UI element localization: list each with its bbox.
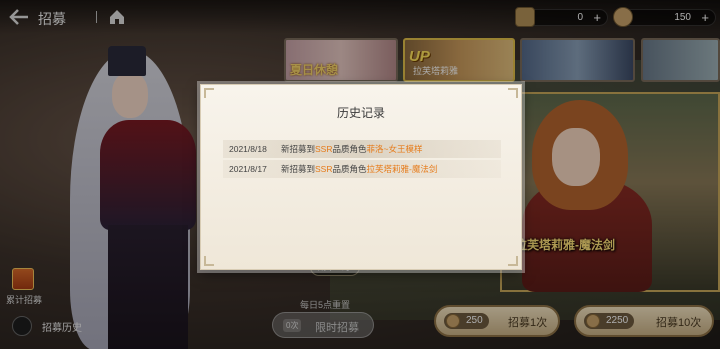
modal-title: 历史记录: [336, 106, 385, 120]
modal-corner: [204, 256, 214, 266]
record-character: 拉芙塔莉雅-魔法剑: [366, 164, 438, 174]
history-record: 2021/8/17 新招募到SSR品质角色拉芙塔莉雅-魔法剑: [223, 160, 501, 178]
record-rarity: SSR: [315, 144, 333, 154]
modal-corner: [204, 88, 214, 98]
modal-corner: [508, 256, 518, 266]
record-mid: 品质角色: [332, 164, 367, 174]
record-rarity: SSR: [315, 164, 333, 174]
modal-corner: [508, 88, 518, 98]
record-character: 菲洛~女王模样: [366, 144, 423, 154]
record-message: 新招募到SSR品质角色拉芙塔莉雅-魔法剑: [281, 160, 437, 178]
record-date: 2021/8/17: [229, 164, 267, 174]
history-record: 2021/8/18 新招募到SSR品质角色菲洛~女王模样: [223, 140, 501, 158]
record-prefix: 新招募到: [281, 144, 316, 154]
record-date: 2021/8/18: [229, 144, 267, 154]
record-message: 新招募到SSR品质角色菲洛~女王模样: [281, 140, 422, 158]
history-modal: 历史记录 2021/8/18 新招募到SSR品质角色菲洛~女王模样 2021/8…: [200, 84, 522, 270]
record-mid: 品质角色: [332, 144, 367, 154]
record-prefix: 新招募到: [281, 164, 316, 174]
